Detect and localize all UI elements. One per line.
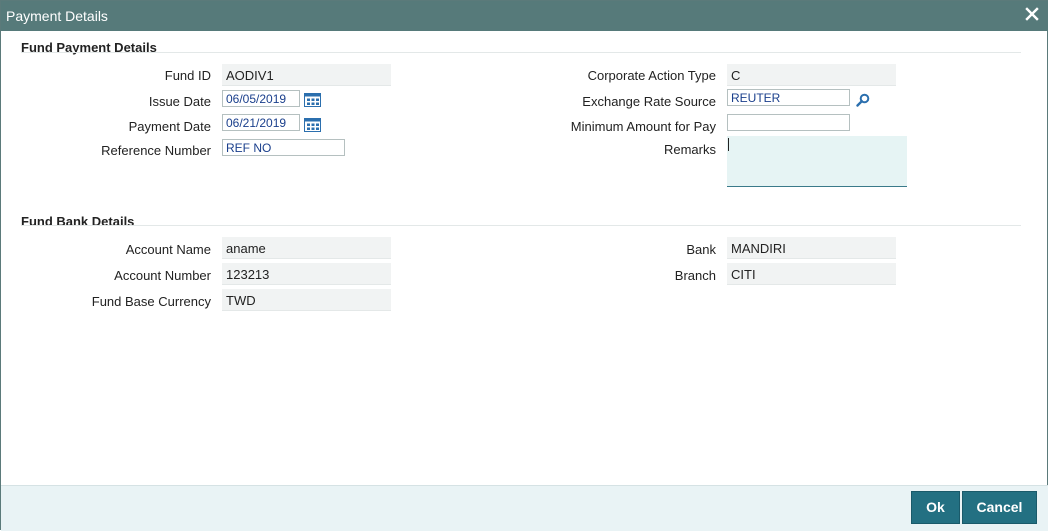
branch-value: CITI — [727, 263, 896, 285]
exchange-rate-source-label: Exchange Rate Source — [582, 94, 716, 109]
issue-date-input[interactable] — [222, 90, 300, 107]
account-number-value: 123213 — [222, 263, 391, 285]
calendar-icon[interactable] — [304, 92, 322, 108]
fund-id-label: Fund ID — [164, 68, 211, 83]
issue-date-label: Issue Date — [148, 94, 211, 109]
search-icon[interactable] — [856, 93, 870, 107]
remarks-textarea[interactable] — [727, 136, 907, 187]
dialog-footer — [1, 485, 1048, 531]
fund-base-currency-value: TWD — [222, 289, 391, 311]
minimum-amount-label: Minimum Amount for Pay — [570, 119, 716, 134]
close-icon[interactable] — [1024, 6, 1040, 22]
exchange-rate-source-input[interactable] — [727, 89, 850, 106]
account-number-label: Account Number — [114, 268, 211, 283]
fund-bank-details-heading: Fund Bank Details — [21, 214, 135, 229]
bank-label: Bank — [686, 242, 716, 257]
payment-date-input[interactable] — [222, 114, 300, 131]
fund-base-currency-label: Fund Base Currency — [91, 294, 211, 309]
corporate-action-type-value: C — [727, 64, 896, 86]
bank-value: MANDIRI — [727, 237, 896, 259]
section-divider — [21, 225, 1021, 226]
remarks-label: Remarks — [663, 142, 716, 157]
account-name-label: Account Name — [125, 242, 211, 257]
ok-button[interactable]: Ok — [911, 491, 960, 524]
corporate-action-type-label: Corporate Action Type — [587, 68, 716, 83]
cancel-button[interactable]: Cancel — [962, 491, 1037, 524]
payment-details-window: Payment Details Fund Payment Details Fun… — [0, 0, 1048, 531]
title-bar: Payment Details — [1, 1, 1048, 31]
branch-label: Branch — [674, 268, 716, 283]
reference-number-input[interactable] — [222, 139, 345, 156]
payment-date-label: Payment Date — [128, 119, 211, 134]
window-title: Payment Details — [6, 8, 108, 24]
calendar-icon[interactable] — [304, 117, 322, 133]
fund-id-value: AODIV1 — [222, 64, 391, 86]
minimum-amount-input[interactable] — [727, 114, 850, 131]
reference-number-label: Reference Number — [101, 143, 211, 158]
text-caret — [728, 138, 729, 151]
section-divider — [21, 52, 1021, 53]
account-name-value: aname — [222, 237, 391, 259]
